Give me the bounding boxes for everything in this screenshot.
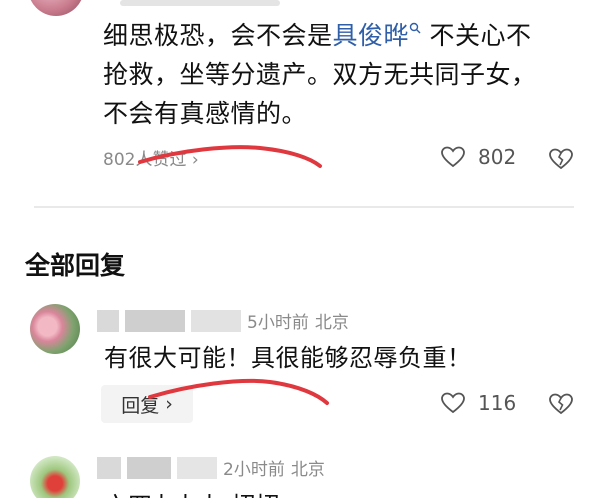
comment-text-line2: 抢救，坐等分遗产。双方无共同子女， <box>103 60 537 89</box>
reply-text: 有很大可能！具很能够忍辱负重！ <box>104 344 472 372</box>
reply-time: 2小时前 <box>223 460 285 480</box>
reply-button-label: 回复 <box>121 394 160 417</box>
likes-summary-text: 802人赞过 <box>103 150 187 170</box>
like-count: 116 <box>478 391 517 415</box>
username-mosaic <box>125 309 185 332</box>
divider <box>34 206 574 208</box>
chevron-right-icon: › <box>191 150 199 170</box>
avatar[interactable] <box>28 0 84 16</box>
reply-location: 北京 <box>290 460 325 480</box>
comment-text-line3: 不会有真感情的。 <box>103 99 308 128</box>
avatar[interactable] <box>30 456 80 498</box>
comment-body: 细思极恐，会不会是具俊晔 不关心不 抢救，坐等分遗产。双方无共同子女， 不会有真… <box>103 16 573 133</box>
reply-button[interactable]: 回复 › <box>101 385 193 423</box>
mention-link[interactable]: 具俊晔 <box>333 21 410 50</box>
username-mosaic <box>177 456 217 479</box>
broken-heart-icon[interactable] <box>548 147 574 171</box>
comment-text-line1: 细思极恐，会不会是 <box>103 21 333 50</box>
reply-time: 5小时前 <box>247 313 309 333</box>
heart-icon <box>441 146 465 168</box>
chevron-right-icon: › <box>165 393 173 415</box>
section-title: 全部回复 <box>25 251 126 280</box>
avatar[interactable] <box>30 304 80 354</box>
like-button[interactable]: 802 <box>440 145 516 169</box>
reply-location: 北京 <box>314 313 349 333</box>
likes-summary-link[interactable]: 802人赞过 › <box>103 145 199 170</box>
reply-meta: 5小时前 北京 <box>97 308 349 333</box>
reply-meta: 2小时前 北京 <box>97 455 325 480</box>
username-mosaic <box>97 456 121 479</box>
reply-text: 六四九九九 招招 <box>104 486 280 498</box>
heart-icon <box>441 392 465 414</box>
comment-text-line1-tail: 不关心不 <box>429 21 532 50</box>
username-mosaic <box>97 309 119 332</box>
like-count: 802 <box>478 145 517 169</box>
username-mosaic <box>191 309 241 332</box>
broken-heart-icon[interactable] <box>548 392 574 416</box>
search-icon[interactable] <box>409 22 421 34</box>
username-mosaic <box>120 0 280 6</box>
like-button[interactable]: 116 <box>440 391 516 415</box>
username-mosaic <box>127 456 171 479</box>
